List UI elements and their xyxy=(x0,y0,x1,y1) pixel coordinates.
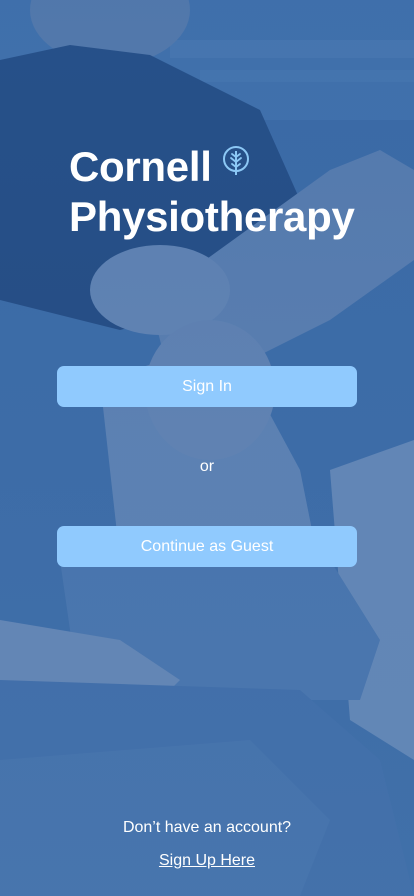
title-word-cornell: Cornell xyxy=(69,143,212,190)
or-separator: or xyxy=(199,458,215,475)
title-line-1: Cornell xyxy=(69,138,355,192)
sign-up-link-wrapper: Sign Up Here xyxy=(0,851,414,871)
title-line-2: Physiotherapy xyxy=(69,193,355,240)
no-account-text: Don’t have an account? xyxy=(122,819,292,836)
leaf-icon xyxy=(222,138,250,175)
blue-overlay xyxy=(0,0,414,896)
sign-in-button[interactable]: Sign In xyxy=(57,366,357,407)
app-title: Cornell Physiotherapy xyxy=(69,138,355,242)
sign-up-link[interactable]: Sign Up Here xyxy=(159,852,255,869)
continue-as-guest-button[interactable]: Continue as Guest xyxy=(57,526,357,567)
